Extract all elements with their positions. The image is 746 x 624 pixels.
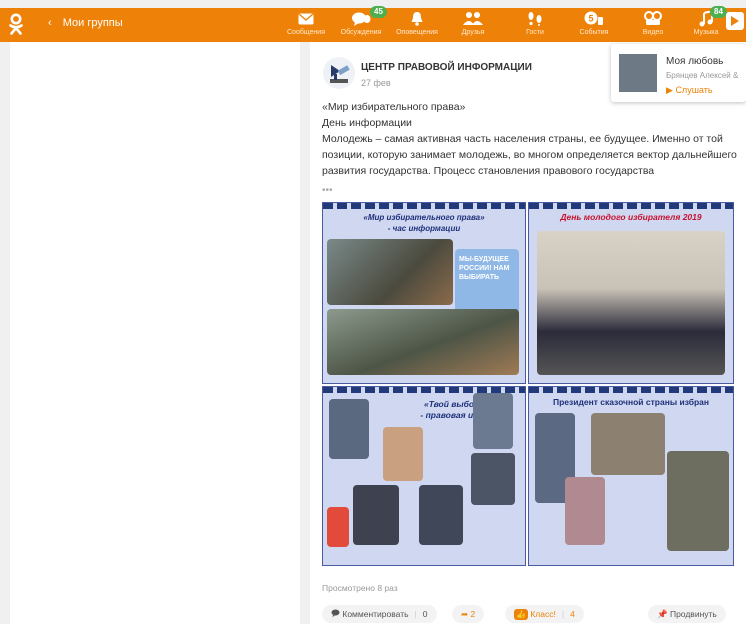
panel-stripe — [323, 203, 525, 209]
cartoon-figure-2 — [327, 507, 349, 547]
nav-friends-label: Друзья — [461, 29, 485, 36]
song-artist[interactable]: Брянцев Алексей & — [666, 71, 738, 80]
post-photo-collage[interactable]: «Мир избирательного права» - час информа… — [322, 202, 736, 568]
collage-panel-your-choice[interactable]: «Твой выбор» - правовая игра — [322, 386, 526, 566]
feed-post-card: ЦЕНТР ПРАВОВОЙ ИНФОРМАЦИИ 27 фев «Мир из… — [310, 42, 746, 624]
panel-stripe — [529, 387, 733, 393]
group-name-link[interactable]: ЦЕНТР ПРАВОВОЙ ИНФОРМАЦИИ — [361, 62, 532, 73]
like-count: 4 — [570, 609, 575, 619]
share-count: 2 — [470, 609, 476, 619]
views-count: Просмотрено 8 раз — [322, 583, 398, 593]
nav-guests-label: Гости — [526, 29, 544, 36]
collage-panel-fairy-president[interactable]: Президент сказочной страны избран — [528, 386, 734, 566]
student-photo-4 — [353, 485, 399, 545]
classroom-photo-1 — [327, 239, 453, 305]
thumbs-up-icon: 👍 — [514, 609, 528, 620]
post-actions: Комментировать | 0 ➦ 2 👍 Класс! | 4 📌 Продви… — [322, 605, 742, 623]
group-avatar[interactable] — [322, 56, 356, 90]
post-text[interactable]: «Мир избирательного права» День информац… — [322, 99, 742, 179]
panel1-sign-text: МЫ-БУДУЩЕЕ РОССИИ! НАМ ВЫБИРАТЬ — [459, 256, 510, 281]
discussions-badge: 45 — [370, 6, 387, 18]
collage-panel-young-voter-day[interactable]: День молодого избирателя 2019 — [528, 202, 734, 384]
ok-logo-icon[interactable] — [8, 13, 24, 40]
share-button[interactable]: ➦ 2 — [452, 605, 485, 623]
comment-count: 0 — [422, 609, 428, 619]
post-line-body: Молодежь – самая активная часть населени… — [322, 133, 737, 177]
student-photo-2 — [473, 393, 513, 449]
video-icon — [628, 8, 678, 28]
nav-notifications[interactable]: Оповещения — [390, 8, 444, 42]
back-to-my-groups-link[interactable]: ‹ Мои группы — [48, 17, 123, 29]
nav-discussions[interactable]: 45 Обсуждения — [334, 6, 388, 42]
students-group-photo — [537, 231, 725, 375]
share-arrow-icon: ➦ — [461, 609, 469, 619]
ballot-box-photo — [667, 451, 729, 551]
nav-friends[interactable]: Друзья — [446, 8, 500, 42]
promote-label: Продвинуть — [669, 609, 717, 619]
top-navigation-bar: ‹ Мои группы Сообщения 45 Обсуждения Опо… — [0, 6, 746, 42]
nav-messages[interactable]: Сообщения — [279, 8, 333, 42]
footprints-icon — [510, 8, 560, 28]
song-title[interactable]: Моя любовь — [666, 56, 723, 67]
nav-music[interactable]: 84 Музыка — [684, 6, 728, 42]
student-photo-1 — [329, 399, 369, 459]
voting-photo — [591, 413, 665, 475]
nav-notifications-label: Оповещения — [396, 29, 438, 36]
future-sign-photo: МЫ-БУДУЩЕЕ РОССИИ! НАМ ВЫБИРАТЬ — [455, 249, 519, 313]
nav-guests[interactable]: Гости — [510, 8, 560, 42]
student-photo-7 — [565, 477, 605, 545]
comment-label: Комментировать — [342, 609, 409, 619]
panel1-title-line1: «Мир избирательного права» — [363, 213, 485, 222]
student-photo-5 — [419, 485, 463, 545]
listen-label: Слушать — [675, 85, 713, 95]
like-label: Класс! — [530, 609, 556, 619]
nav-discussions-label: Обсуждения — [340, 29, 382, 36]
play-triangle-icon: ▶ — [666, 85, 673, 95]
nav-messages-label: Сообщения — [287, 29, 325, 36]
corner-background — [0, 0, 30, 8]
listen-button[interactable]: ▶ Слушать — [666, 85, 713, 96]
chevron-left-icon: ‹ — [48, 17, 52, 29]
read-more-ellipsis[interactable]: ••• — [322, 185, 333, 196]
panel2-title: День молодого избирателя 2019 — [560, 212, 702, 222]
friends-icon — [446, 8, 500, 28]
divider: | — [561, 609, 565, 619]
comment-button[interactable]: Комментировать | 0 — [322, 605, 437, 623]
svg-text:5: 5 — [588, 14, 593, 24]
music-now-playing-popup: Моя любовь Брянцев Алексей & ▶ Слушать — [611, 44, 746, 102]
nav-music-label: Музыка — [693, 29, 719, 36]
nav-events-label: События — [579, 29, 609, 36]
album-cover-thumbnail[interactable] — [619, 54, 657, 92]
events-icon: 5 — [568, 8, 620, 28]
comment-icon — [331, 609, 342, 619]
post-line-subtitle: День информации — [322, 117, 412, 129]
promote-button[interactable]: 📌 Продвинуть — [648, 605, 726, 623]
cartoon-figure — [383, 427, 423, 481]
music-badge: 84 — [710, 6, 727, 18]
nav-video-label: Видео — [642, 29, 664, 36]
envelope-icon — [279, 8, 333, 28]
collage-panel-info-hour[interactable]: «Мир избирательного права» - час информа… — [322, 202, 526, 384]
nav-events[interactable]: 5 События — [568, 8, 620, 42]
music-play-button[interactable] — [726, 12, 744, 30]
pin-icon: 📌 — [657, 609, 668, 619]
panel1-title-line2: - час информации — [387, 224, 461, 233]
bell-icon — [390, 8, 444, 28]
left-column — [10, 42, 300, 624]
post-date[interactable]: 27 фев — [361, 78, 391, 88]
nav-video[interactable]: Видео — [628, 8, 678, 42]
back-label: Мои группы — [62, 17, 123, 29]
classroom-photo-2 — [327, 309, 519, 375]
panel-stripe — [529, 203, 733, 209]
panel4-title: Президент сказочной страны избран — [552, 397, 710, 407]
like-button[interactable]: 👍 Класс! | 4 — [505, 605, 584, 623]
divider: | — [414, 609, 417, 619]
student-photo-3 — [471, 453, 515, 505]
